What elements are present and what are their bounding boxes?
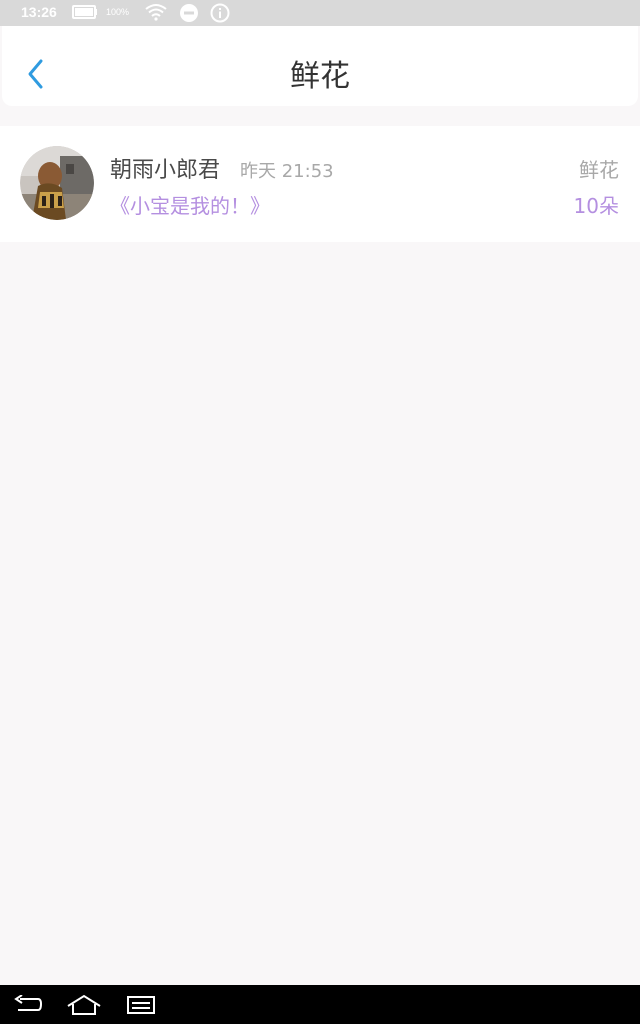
battery-percent: 100% [106, 7, 130, 17]
navigation-bar [0, 985, 640, 1024]
avatar[interactable] [20, 146, 94, 220]
back-icon[interactable] [14, 995, 42, 1015]
username[interactable]: 朝雨小郎君 [110, 152, 220, 184]
battery-icon [72, 5, 97, 19]
home-icon[interactable] [66, 994, 102, 1016]
gift-type: 鲜花 [579, 158, 619, 182]
do-not-disturb-icon [180, 4, 198, 22]
list-item[interactable]: 朝雨小郎君 昨天 21:53 《小宝是我的！》 鲜花 10朵 [0, 126, 640, 242]
timestamp: 昨天 21:53 [240, 161, 334, 182]
status-bar: 13:26 100% [0, 0, 640, 26]
page-title: 鲜花 [290, 59, 350, 94]
avatar-image [20, 146, 94, 220]
info-icon [210, 3, 230, 23]
wifi-icon [145, 4, 167, 21]
gift-list: 朝雨小郎君 昨天 21:53 《小宝是我的！》 鲜花 10朵 [0, 126, 640, 242]
gift-count: 10朵 [573, 194, 619, 218]
back-button[interactable] [20, 54, 50, 94]
header-bar: 鲜花 [2, 26, 638, 106]
chevron-left-icon [28, 59, 43, 89]
gift-message: 《小宝是我的！》 [110, 194, 270, 218]
recent-apps-icon[interactable] [127, 996, 155, 1014]
status-time: 13:26 [21, 4, 57, 20]
